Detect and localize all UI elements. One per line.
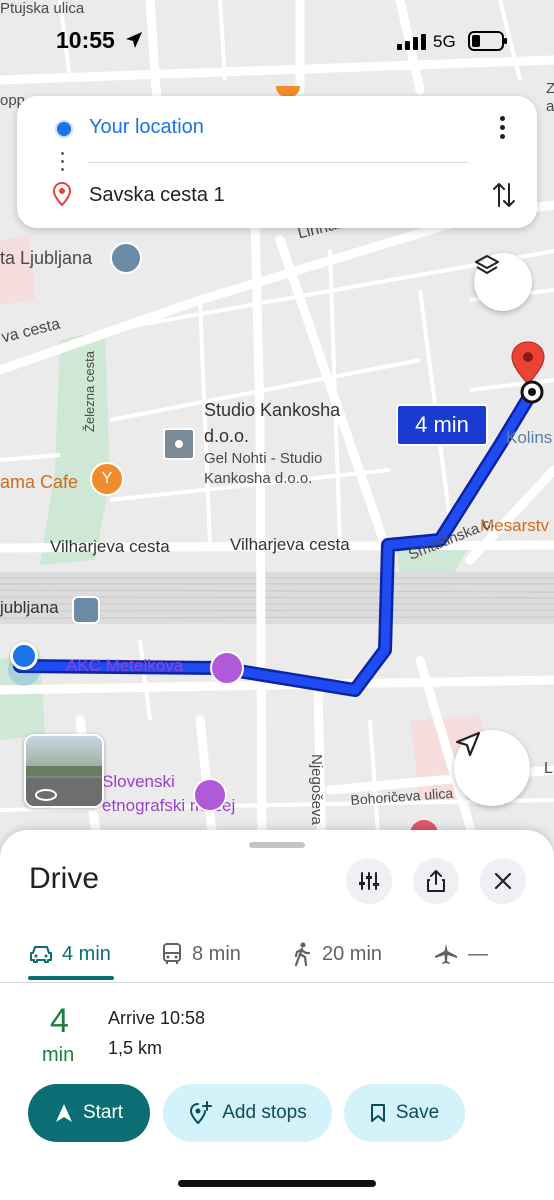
- home-indicator[interactable]: [178, 1180, 376, 1187]
- duration-unit: min: [42, 1044, 75, 1066]
- museum-icon[interactable]: [110, 242, 142, 274]
- flight-icon: [435, 944, 457, 964]
- save-button[interactable]: Save: [344, 1084, 465, 1142]
- tabs-divider: [0, 982, 554, 983]
- street-label-edge-z: Z: [546, 80, 554, 97]
- duration-value: 4: [50, 1002, 69, 1040]
- directions-card: Your location Savska cesta 1: [17, 96, 537, 228]
- origin-dot-icon: [55, 120, 73, 138]
- place-label-studio: Studio Kankosha: [204, 400, 341, 420]
- street-label-vilharjeva-1: Vilharjeva cesta: [50, 537, 170, 556]
- street-view-thumbnail[interactable]: [24, 734, 104, 808]
- place-label-ljubljana-station: jubljana: [0, 598, 59, 617]
- route-distance: 1,5 km: [108, 1038, 163, 1058]
- destination-pin-icon[interactable]: [510, 340, 546, 404]
- tab-drive[interactable]: 4 min: [30, 934, 111, 974]
- mode-title: Drive: [29, 862, 100, 895]
- arts-venue-icon[interactable]: [210, 651, 244, 685]
- place-label-studio-2: d.o.o.: [204, 426, 250, 446]
- close-button[interactable]: [480, 858, 526, 904]
- tab-transit-label: 8 min: [192, 942, 241, 965]
- place-label-ljubljana-top: ta Ljubljana: [0, 248, 93, 268]
- add-stops-button[interactable]: Add stops: [163, 1084, 332, 1142]
- add-location-icon: [190, 1101, 213, 1125]
- navigation-arrow-icon: [455, 731, 481, 757]
- route-options-button[interactable]: [346, 858, 392, 904]
- status-time: 10:55: [56, 27, 115, 53]
- museum-poi-icon[interactable]: [193, 778, 227, 812]
- layers-icon: [475, 255, 499, 274]
- sheet-drag-handle[interactable]: [249, 842, 305, 848]
- start-button[interactable]: Start: [28, 1084, 150, 1142]
- swap-icon[interactable]: [491, 180, 517, 210]
- place-label-gel-2: Kankosha d.o.o.: [204, 470, 313, 487]
- place-label-akc-metelkova: AKC Metelkova: [66, 656, 184, 675]
- route-time-badge[interactable]: 4 min: [396, 404, 488, 446]
- tab-walk[interactable]: 20 min: [292, 934, 382, 974]
- connector-dots-icon: [61, 152, 65, 171]
- share-button[interactable]: [413, 858, 459, 904]
- place-label-kolins: Kolins: [506, 428, 553, 447]
- street-label-njegoseva: Njegoševa: [308, 754, 325, 825]
- tab-transit[interactable]: 8 min: [162, 934, 241, 974]
- close-icon: [494, 872, 512, 890]
- bus-icon: [163, 943, 181, 964]
- tab-flights[interactable]: —: [434, 934, 488, 974]
- bookmark-icon: [370, 1104, 385, 1122]
- tune-icon: [359, 872, 379, 890]
- tab-walk-label: 20 min: [322, 942, 383, 965]
- current-location-dot[interactable]: [6, 640, 40, 686]
- layers-button[interactable]: [474, 253, 532, 311]
- location-arrow-icon: [126, 32, 142, 48]
- network-type: 5G: [433, 32, 456, 51]
- battery-icon: [468, 31, 507, 51]
- street-label-vilharjeva-2: Vilharjeva cesta: [230, 535, 350, 554]
- tab-drive-label: 4 min: [62, 942, 111, 965]
- navigation-start-icon: [55, 1104, 72, 1122]
- walk-icon: [294, 942, 311, 966]
- arrival-time: Arrive 10:58: [108, 1008, 206, 1028]
- more-options-icon[interactable]: [497, 116, 507, 142]
- place-label-gel-1: Gel Nohti - Studio: [204, 450, 323, 467]
- studio-marker-icon[interactable]: [163, 428, 195, 460]
- origin-field[interactable]: Your location: [89, 116, 204, 139]
- train-station-icon[interactable]: [72, 596, 100, 624]
- 360-rotate-icon: [35, 789, 57, 801]
- place-label-ama-cafe: ama Cafe: [0, 472, 79, 492]
- share-icon: [427, 870, 445, 892]
- status-bar: 10:55 5G: [0, 0, 554, 80]
- card-divider: [87, 162, 469, 163]
- start-button-label: Start: [82, 1102, 124, 1123]
- car-icon: [30, 946, 52, 963]
- recenter-button[interactable]: [454, 730, 530, 806]
- place-label-slovenski: Slovenski: [102, 772, 175, 791]
- tab-flights-label: —: [468, 942, 488, 965]
- active-tab-indicator: [28, 976, 114, 980]
- street-label-edge-a: a: [546, 98, 554, 115]
- street-label-edge-l: L: [544, 760, 553, 777]
- save-button-label: Save: [395, 1102, 440, 1123]
- directions-sheet: Drive 4 min 8 min 20 min — 4 min Arrive …: [0, 830, 554, 1200]
- add-stops-button-label: Add stops: [222, 1102, 307, 1123]
- cocktail-bar-icon[interactable]: Y: [90, 462, 124, 496]
- destination-field[interactable]: Savska cesta 1: [89, 184, 225, 207]
- signal-icon: [397, 34, 426, 50]
- street-label-zelezna: Železna cesta: [82, 351, 97, 432]
- destination-pin-small-icon: [53, 182, 71, 206]
